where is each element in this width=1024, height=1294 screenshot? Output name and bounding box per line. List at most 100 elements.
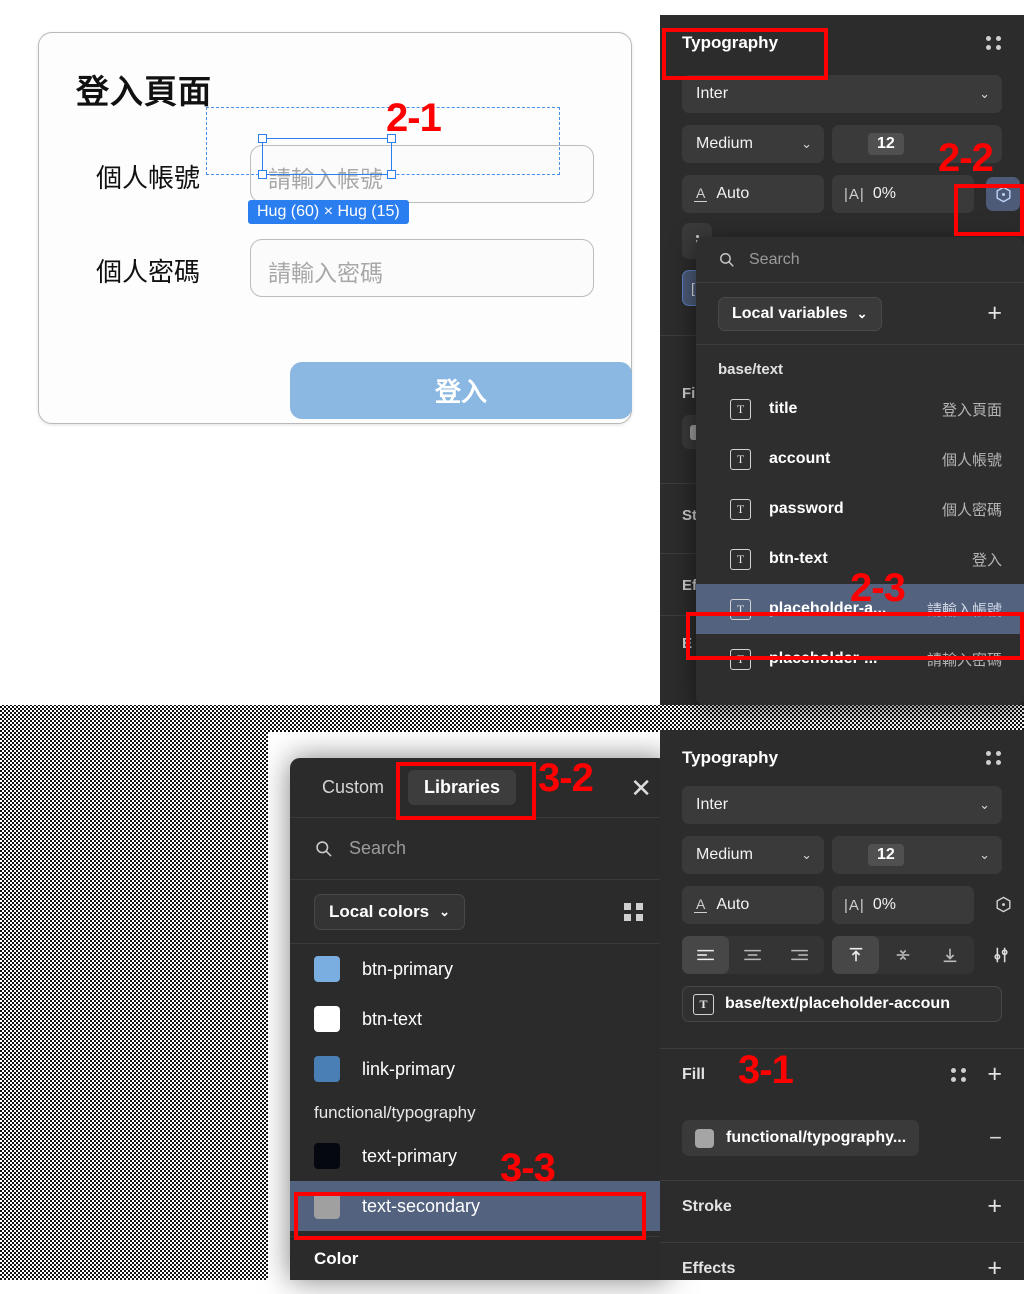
align-middle-icon[interactable]	[879, 936, 926, 974]
add-fill-button[interactable]: +	[987, 1062, 1002, 1087]
annotation-3-3: 3-3	[500, 1146, 556, 1190]
resize-handle-bottom-left[interactable]	[258, 170, 267, 179]
align-bottom-icon[interactable]	[927, 936, 974, 974]
variable-value: 請輸入帳號	[926, 601, 1002, 619]
letter-spacing-input[interactable]: |A| 0%	[832, 175, 974, 213]
apply-variable-button[interactable]	[986, 177, 1020, 211]
text-variable-icon: T	[693, 993, 714, 1015]
typography-panel-bottom: Typography Inter ⌄ Medium ⌄ 12 ⌄ A Auto …	[660, 730, 1024, 1281]
close-icon[interactable]: ✕	[630, 775, 652, 801]
letter-spacing-value: 0%	[872, 896, 896, 913]
fill-variable-name: functional/typography...	[726, 1129, 907, 1146]
password-placeholder-text: 請輸入密碼	[268, 260, 383, 286]
chevron-down-icon: ⌄	[979, 797, 990, 812]
submit-button[interactable]: 登入	[290, 362, 632, 419]
variable-row-password[interactable]: T password 個人密碼	[696, 484, 1024, 534]
color-row-text-primary[interactable]: text-primary	[290, 1131, 668, 1181]
font-size-select[interactable]: 12 ⌄	[832, 836, 1002, 874]
font-family-select[interactable]: Inter ⌄	[682, 786, 1002, 824]
font-weight-select[interactable]: Medium ⌄	[682, 836, 824, 874]
local-colors-dropdown[interactable]: Local colors ⌄	[314, 893, 466, 930]
color-swatch	[314, 956, 340, 982]
variable-row-title[interactable]: T title 登入頁面	[696, 384, 1024, 434]
stroke-label: Stroke	[682, 1197, 732, 1215]
annotation-3-2: 3-2	[538, 756, 594, 800]
variable-value: 登入	[971, 551, 1002, 569]
color-swatch	[314, 1006, 340, 1032]
password-input[interactable]: 請輸入密碼	[250, 239, 594, 297]
variable-name: password	[769, 500, 844, 517]
local-variables-dropdown[interactable]: Local variables ⌄	[718, 296, 882, 331]
line-height-input[interactable]: A Auto	[682, 886, 824, 924]
tab-libraries[interactable]: Libraries	[408, 770, 517, 805]
variable-name: account	[769, 450, 831, 467]
fill-color-variable-chip[interactable]: functional/typography...	[682, 1120, 920, 1156]
remove-fill-button[interactable]: −	[989, 1127, 1002, 1149]
font-weight-select[interactable]: Medium ⌄	[682, 125, 824, 163]
typography-panel-title: Typography	[682, 748, 779, 767]
text-variable-icon: T	[730, 398, 751, 420]
variable-value: 登入頁面	[941, 401, 1002, 419]
submit-button-label: 登入	[434, 377, 487, 407]
variables-search-row[interactable]: Search	[696, 237, 1024, 283]
font-family-value: Inter	[696, 85, 729, 102]
effects-label: Effects	[682, 1259, 736, 1277]
apply-style-icon[interactable]	[986, 36, 1002, 50]
letter-spacing-value: 0%	[872, 185, 896, 202]
chevron-down-icon: ⌄	[801, 847, 812, 862]
color-name: link-primary	[362, 1058, 456, 1079]
design-canvas: 登入頁面 個人帳號 個人密碼 請輸入帳號 請輸入密碼 登入 Hug (60) ×…	[0, 0, 660, 705]
color-row-text-secondary[interactable]: text-secondary	[290, 1181, 668, 1231]
fill-label: Fill	[682, 1065, 706, 1083]
align-right-icon[interactable]	[777, 936, 824, 974]
align-center-icon[interactable]	[729, 936, 776, 974]
color-row-btn-primary[interactable]: btn-primary	[290, 944, 668, 994]
fill-styles-icon[interactable]	[951, 1067, 967, 1082]
create-variable-button[interactable]: +	[987, 301, 1002, 326]
line-height-input[interactable]: A Auto	[682, 175, 824, 213]
align-left-icon[interactable]	[682, 936, 730, 974]
letter-spacing-input[interactable]: |A| 0%	[832, 886, 974, 924]
color-row-btn-text[interactable]: btn-text	[290, 994, 668, 1044]
color-swatch	[314, 1143, 340, 1169]
add-stroke-button[interactable]: +	[987, 1194, 1002, 1219]
resize-handle-top-left[interactable]	[258, 134, 267, 143]
annotation-2-2: 2-2	[938, 136, 994, 180]
libraries-tab-bar: Custom Libraries ✕	[290, 758, 668, 818]
chevron-down-icon: ⌄	[856, 305, 868, 321]
align-top-icon[interactable]	[832, 936, 880, 974]
export-section-label: E	[682, 635, 693, 652]
grid-view-icon[interactable]	[624, 902, 644, 921]
text-variable-icon: T	[730, 598, 751, 620]
variable-group-title: base/text	[718, 361, 784, 378]
typography-panel-header-bottom: Typography	[660, 730, 1024, 786]
size-badge: Hug (60) × Hug (15)	[248, 200, 409, 224]
variable-row-account[interactable]: T account 個人帳號	[696, 434, 1024, 484]
applied-text-variable-chip[interactable]: T base/text/placeholder-accoun	[682, 986, 1002, 1022]
font-weight-value: Medium	[696, 135, 753, 152]
font-family-select[interactable]: Inter ⌄	[682, 75, 1002, 113]
apply-style-icon[interactable]	[986, 751, 1002, 765]
color-name: text-primary	[362, 1145, 458, 1166]
tab-custom[interactable]: Custom	[306, 770, 400, 805]
text-variable-icon: T	[730, 648, 751, 670]
line-height-value: Auto	[716, 896, 750, 913]
color-picker-libraries-dialog: Custom Libraries ✕ Search Local colors ⌄…	[290, 758, 668, 1280]
color-name: btn-primary	[362, 958, 454, 979]
resize-handle-bottom-right[interactable]	[387, 170, 396, 179]
variable-row-placeholder-password[interactable]: T placeholder-... 請輸入密碼	[696, 634, 1024, 684]
color-name: text-secondary	[362, 1195, 481, 1216]
chevron-down-icon: ⌄	[439, 903, 451, 919]
variables-search-placeholder: Search	[749, 250, 800, 268]
libraries-search-row[interactable]: Search	[290, 818, 668, 880]
text-node-selection-box[interactable]	[258, 134, 396, 179]
apply-variable-button[interactable]	[990, 890, 1016, 918]
add-effect-button[interactable]: +	[987, 1256, 1002, 1281]
search-icon	[316, 841, 332, 857]
color-row-link-primary[interactable]: link-primary	[290, 1044, 668, 1094]
line-height-value: Auto	[716, 185, 750, 202]
type-settings-icon[interactable]	[986, 938, 1016, 972]
annotation-3-1: 3-1	[738, 1048, 794, 1092]
horizontal-align-group	[682, 936, 824, 974]
line-height-icon: A	[694, 895, 708, 914]
